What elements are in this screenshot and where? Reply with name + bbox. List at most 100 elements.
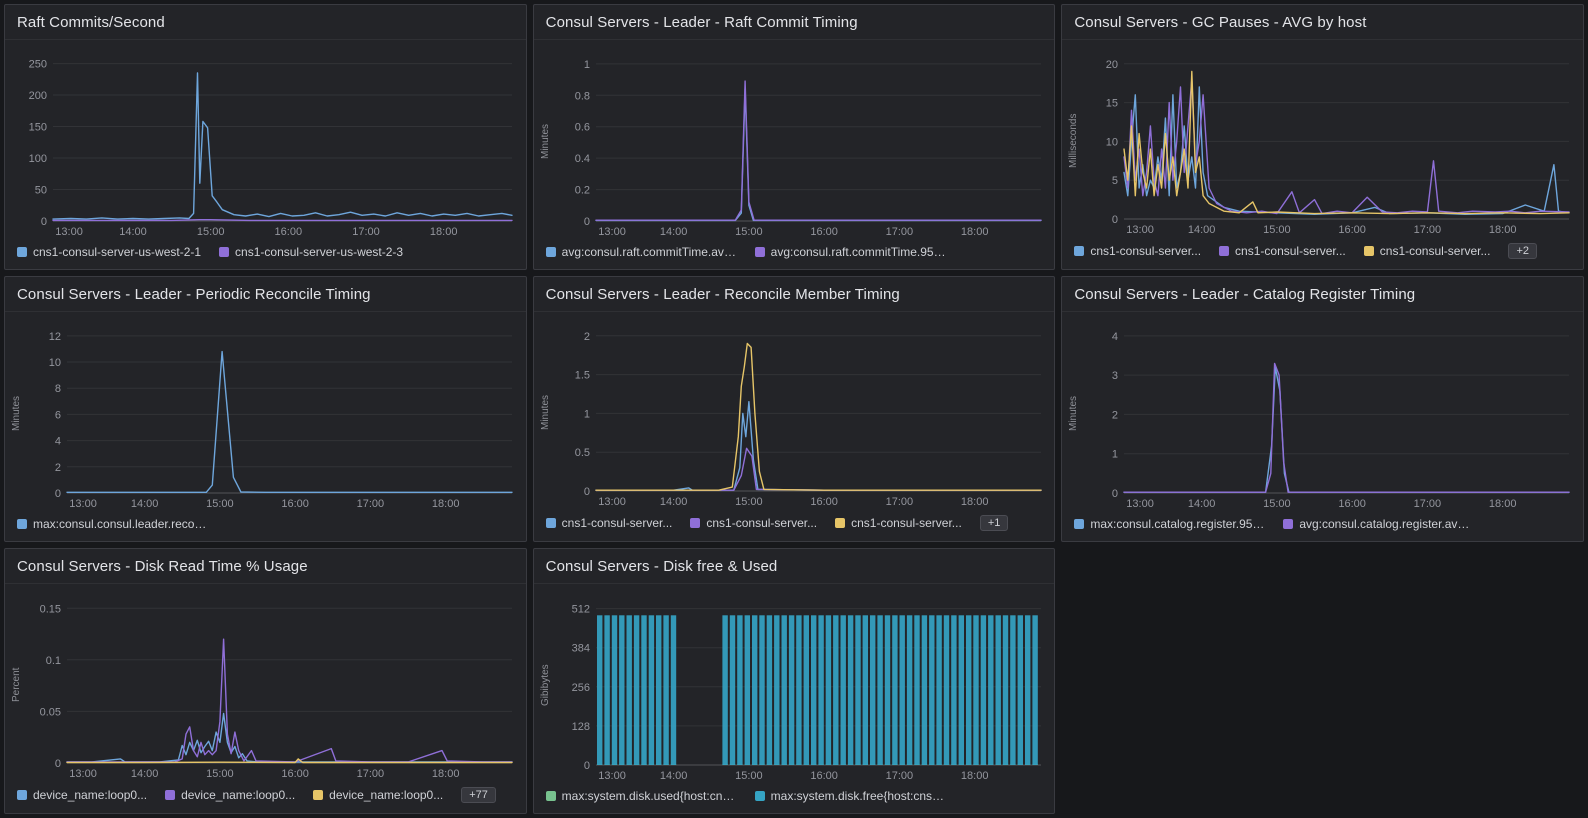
legend-item[interactable]: max:system.disk.used{host:cns1... xyxy=(546,789,737,803)
bar[interactable] xyxy=(870,615,875,765)
bar[interactable] xyxy=(825,615,830,765)
series-line[interactable] xyxy=(67,639,512,762)
bar[interactable] xyxy=(803,615,808,765)
series-line[interactable] xyxy=(67,352,512,493)
bar[interactable] xyxy=(951,615,956,765)
chart-canvas[interactable]: 0123413:0014:0015:0016:0017:0018:00 xyxy=(1082,316,1577,511)
panel-title[interactable]: Consul Servers - GC Pauses - AVG by host xyxy=(1074,14,1571,31)
legend-item[interactable]: avg:consul.catalog.register.avg{*} xyxy=(1283,517,1474,531)
bar[interactable] xyxy=(766,615,771,765)
bar[interactable] xyxy=(796,615,801,765)
bar[interactable] xyxy=(1017,615,1022,765)
legend-item[interactable]: device_name:loop0... xyxy=(17,788,147,802)
panel-title[interactable]: Consul Servers - Disk Read Time % Usage xyxy=(17,558,514,575)
bar[interactable] xyxy=(855,615,860,765)
bar[interactable] xyxy=(641,615,646,765)
bar[interactable] xyxy=(752,615,757,765)
bar[interactable] xyxy=(892,615,897,765)
chart-canvas[interactable]: 0510152013:0014:0015:0016:0017:0018:00 xyxy=(1082,44,1577,237)
bar[interactable] xyxy=(848,615,853,765)
bar[interactable] xyxy=(634,615,639,765)
legend-item[interactable]: cns1-consul-server-us-west-2-3 xyxy=(219,245,403,259)
chart-canvas[interactable]: 00.050.10.1513:0014:0015:0016:0017:0018:… xyxy=(25,588,520,781)
bar[interactable] xyxy=(722,615,727,765)
legend-item[interactable]: cns1-consul-server... xyxy=(1364,244,1491,258)
panel-title[interactable]: Consul Servers - Leader - Raft Commit Ti… xyxy=(546,14,1043,31)
bar[interactable] xyxy=(877,615,882,765)
legend-item[interactable]: cns1-consul-server... xyxy=(690,516,817,530)
legend-overflow-badge[interactable]: +77 xyxy=(461,787,496,803)
series-line[interactable] xyxy=(67,759,512,763)
bar[interactable] xyxy=(744,615,749,765)
bar[interactable] xyxy=(818,615,823,765)
legend-item[interactable]: max:system.disk.free{host:cns1-... xyxy=(755,789,946,803)
bar[interactable] xyxy=(597,615,602,765)
bar[interactable] xyxy=(936,615,941,765)
bar[interactable] xyxy=(789,615,794,765)
series-line[interactable] xyxy=(596,344,1041,491)
bar[interactable] xyxy=(781,615,786,765)
bar[interactable] xyxy=(759,615,764,765)
bar[interactable] xyxy=(980,615,985,765)
bar[interactable] xyxy=(1010,615,1015,765)
bar[interactable] xyxy=(943,615,948,765)
bar[interactable] xyxy=(862,615,867,765)
legend-item[interactable]: cns1-consul-server... xyxy=(835,516,962,530)
bar[interactable] xyxy=(619,615,624,765)
bar[interactable] xyxy=(958,615,963,765)
bar[interactable] xyxy=(611,615,616,765)
legend-item[interactable]: cns1-consul-server... xyxy=(1074,244,1201,258)
bar[interactable] xyxy=(966,615,971,765)
legend-item[interactable]: avg:consul.raft.commitTime.avg... xyxy=(546,245,737,259)
legend-item[interactable]: cns1-consul-server... xyxy=(1219,244,1346,258)
bar[interactable] xyxy=(988,615,993,765)
bar[interactable] xyxy=(737,615,742,765)
bar[interactable] xyxy=(774,615,779,765)
chart-canvas[interactable]: 05010015020025013:0014:0015:0016:0017:00… xyxy=(11,44,520,239)
bar[interactable] xyxy=(921,615,926,765)
panel-title[interactable]: Raft Commits/Second xyxy=(17,14,514,31)
series-line[interactable] xyxy=(1124,72,1569,214)
bar[interactable] xyxy=(656,615,661,765)
bar[interactable] xyxy=(626,615,631,765)
bar[interactable] xyxy=(995,615,1000,765)
series-line[interactable] xyxy=(1124,367,1569,492)
legend-item[interactable]: avg:consul.raft.commitTime.95p... xyxy=(755,245,946,259)
bar[interactable] xyxy=(729,615,734,765)
series-line[interactable] xyxy=(67,714,512,763)
legend-overflow-badge[interactable]: +2 xyxy=(1508,243,1537,259)
bar[interactable] xyxy=(929,615,934,765)
bar[interactable] xyxy=(1032,615,1037,765)
series-line[interactable] xyxy=(1124,363,1569,492)
bar[interactable] xyxy=(899,615,904,765)
bar[interactable] xyxy=(973,615,978,765)
legend-item[interactable]: max:consul.catalog.register.95p... xyxy=(1074,517,1265,531)
bar[interactable] xyxy=(884,615,889,765)
series-line[interactable] xyxy=(596,448,1041,490)
bar[interactable] xyxy=(663,615,668,765)
bar[interactable] xyxy=(670,615,675,765)
legend-overflow-badge[interactable]: +1 xyxy=(980,515,1009,531)
bar[interactable] xyxy=(811,615,816,765)
panel-title[interactable]: Consul Servers - Leader - Periodic Recon… xyxy=(17,286,514,303)
series-line[interactable] xyxy=(596,81,1041,220)
panel-title[interactable]: Consul Servers - Disk free & Used xyxy=(546,558,1043,575)
bar[interactable] xyxy=(648,615,653,765)
bar[interactable] xyxy=(840,615,845,765)
bar[interactable] xyxy=(1025,615,1030,765)
bar[interactable] xyxy=(1002,615,1007,765)
legend-item[interactable]: cns1-consul-server-us-west-2-1 xyxy=(17,245,201,259)
series-line[interactable] xyxy=(596,402,1041,491)
bar[interactable] xyxy=(833,615,838,765)
series-line[interactable] xyxy=(596,89,1041,220)
legend-item[interactable]: device_name:loop0... xyxy=(313,788,443,802)
bar[interactable] xyxy=(604,615,609,765)
bar[interactable] xyxy=(914,615,919,765)
chart-canvas[interactable]: 00.20.40.60.8113:0014:0015:0016:0017:001… xyxy=(554,44,1049,239)
chart-canvas[interactable]: 012825638451213:0014:0015:0016:0017:0018… xyxy=(554,588,1049,783)
legend-item[interactable]: device_name:loop0... xyxy=(165,788,295,802)
chart-canvas[interactable]: 02468101213:0014:0015:0016:0017:0018:00 xyxy=(25,316,520,511)
chart-canvas[interactable]: 00.511.5213:0014:0015:0016:0017:0018:00 xyxy=(554,316,1049,509)
panel-title[interactable]: Consul Servers - Leader - Reconcile Memb… xyxy=(546,286,1043,303)
series-line[interactable] xyxy=(53,220,512,221)
